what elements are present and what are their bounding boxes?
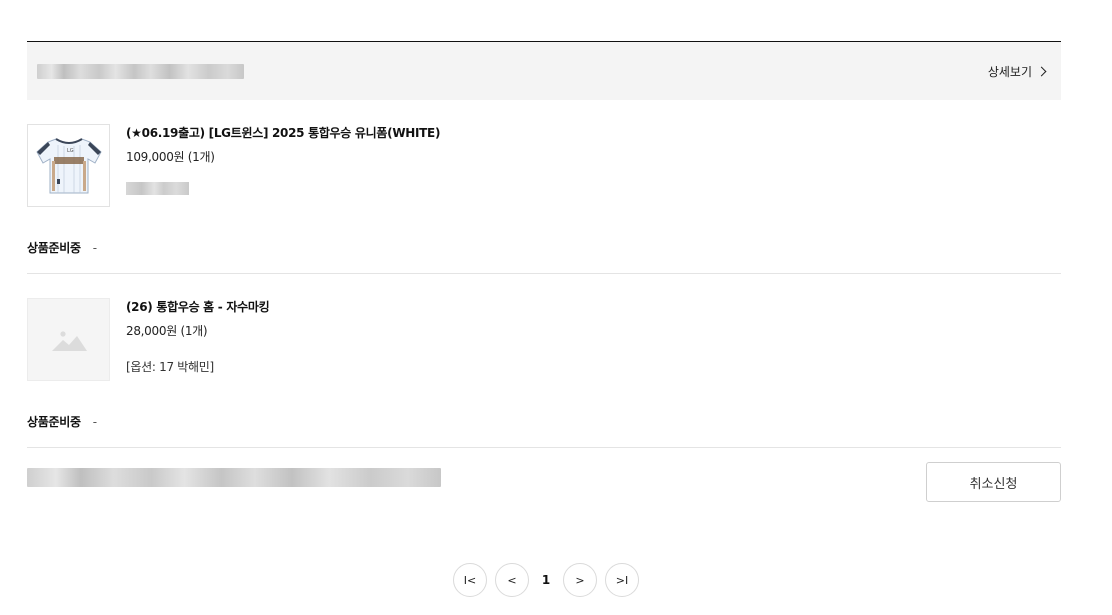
product-price: 109,000원 (1개): [126, 150, 215, 164]
last-page-button[interactable]: >I: [605, 563, 639, 597]
order-item: LG (★06.19출고) [LG트윈스] 2025 통합우승 유니폼(WHIT…: [27, 100, 1061, 232]
order-header: 상세보기: [27, 42, 1061, 100]
product-option: [옵션: 17 박해민]: [126, 360, 214, 374]
status-value: -: [92, 414, 98, 429]
product-price: 28,000원 (1개): [126, 324, 208, 338]
image-placeholder-icon: [51, 330, 87, 351]
item-status: 상품준비중 -: [27, 239, 97, 256]
product-name[interactable]: (26) 통합우승 홈 - 자수마킹: [126, 300, 270, 314]
first-page-button[interactable]: I<: [453, 563, 487, 597]
next-page-button[interactable]: >: [563, 563, 597, 597]
order-info-redacted: [37, 63, 244, 79]
item-info: (★06.19출고) [LG트윈스] 2025 통합우승 유니폼(WHITE) …: [126, 124, 440, 232]
product-name[interactable]: (★06.19출고) [LG트윈스] 2025 통합우승 유니폼(WHITE): [126, 126, 440, 140]
item-divider: [27, 447, 1061, 448]
product-thumbnail[interactable]: LG: [27, 124, 110, 207]
cancel-request-button[interactable]: 취소신청: [926, 462, 1061, 502]
item-info: (26) 통합우승 홈 - 자수마킹 28,000원 (1개) [옵션: 17 …: [126, 298, 270, 406]
chevron-right-icon: [1036, 66, 1047, 77]
prev-page-button[interactable]: <: [495, 563, 529, 597]
product-thumbnail[interactable]: [27, 298, 110, 381]
order-item: (26) 통합우승 홈 - 자수마킹 28,000원 (1개) [옵션: 17 …: [27, 274, 270, 406]
jersey-image: LG: [35, 137, 102, 193]
item-status: 상품준비중 -: [27, 413, 97, 430]
item-extra-redacted: [126, 182, 189, 195]
pagination: I< < 1 > >I: [453, 563, 639, 597]
current-page[interactable]: 1: [537, 573, 555, 587]
svg-text:LG: LG: [67, 148, 74, 154]
status-value: -: [92, 240, 98, 255]
view-details-link[interactable]: 상세보기: [987, 63, 1047, 80]
status-label: 상품준비중: [27, 241, 81, 255]
view-details-label: 상세보기: [987, 64, 1032, 79]
delivery-info-redacted: [27, 467, 441, 487]
order-footer: 취소신청: [27, 462, 1061, 502]
status-label: 상품준비중: [27, 415, 81, 429]
order-card: 상세보기 LG (★06.19출고) [LG트윈스] 2025 통합우승 유니폼…: [27, 41, 1061, 502]
